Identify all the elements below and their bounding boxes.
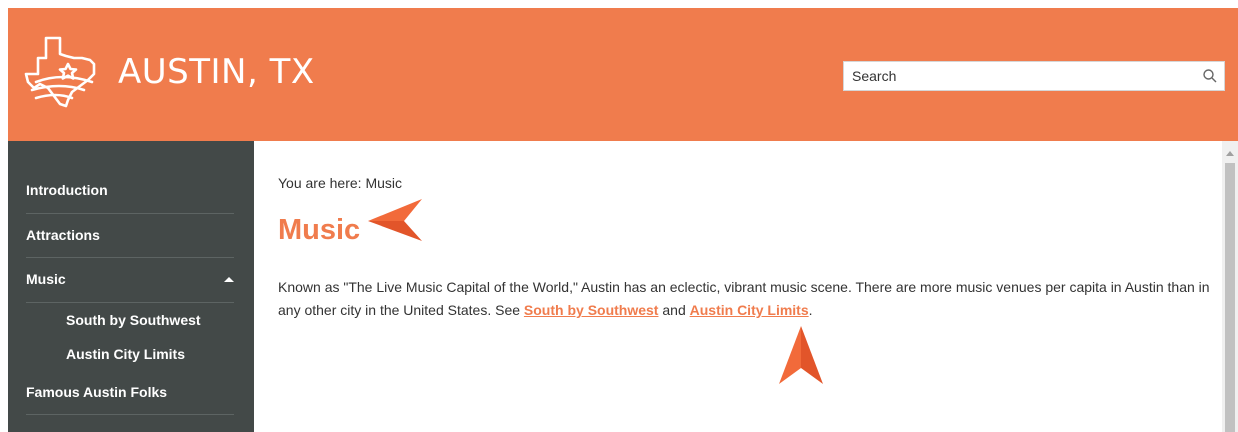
scroll-thumb[interactable]: [1225, 163, 1235, 432]
scroll-up-icon[interactable]: [1226, 151, 1234, 156]
search-box: [843, 61, 1225, 91]
texas-star-logo-icon[interactable]: [22, 34, 102, 110]
sidebar-subitem-south-by-southwest[interactable]: South by Southwest: [66, 312, 201, 328]
paragraph-connector: and: [658, 302, 690, 318]
site-brand-name[interactable]: AUSTIN, TX: [118, 52, 315, 92]
main-content: You are here: Music Music Known as "The …: [254, 141, 1222, 432]
breadcrumb: You are here: Music: [278, 175, 402, 191]
search-icon[interactable]: [1202, 68, 1218, 84]
search-input[interactable]: [844, 62, 1184, 90]
intro-paragraph: Known as "The Live Music Capital of the …: [278, 276, 1218, 322]
caret-up-icon[interactable]: [224, 277, 234, 282]
link-austin-city-limits[interactable]: Austin City Limits: [690, 302, 809, 318]
sidebar-item-famous-austin-folks[interactable]: Famous Austin Folks: [26, 384, 234, 400]
sidebar-item-music[interactable]: Music: [26, 271, 234, 287]
link-south-by-southwest[interactable]: South by Southwest: [524, 302, 659, 318]
sidebar-item-attractions[interactable]: Attractions: [26, 227, 234, 243]
nav-divider: [26, 414, 234, 415]
nav-divider: [26, 302, 234, 303]
arrow-pointer-icon: [368, 199, 422, 241]
paragraph-ending: .: [808, 302, 813, 318]
site-header: AUSTIN, TX: [8, 8, 1238, 141]
arrow-pointer-icon: [779, 326, 823, 384]
sidebar-item-introduction[interactable]: Introduction: [26, 182, 234, 198]
nav-divider: [26, 213, 234, 214]
nav-divider: [26, 257, 234, 258]
page-title: Music: [278, 214, 361, 246]
vertical-scrollbar[interactable]: [1222, 141, 1238, 432]
app-frame: AUSTIN, TX Introduction Attractions Musi…: [8, 8, 1238, 432]
sidebar-subitem-austin-city-limits[interactable]: Austin City Limits: [66, 346, 185, 362]
sidebar-item-label: Music: [26, 271, 66, 287]
sidebar-nav: Introduction Attractions Music South by …: [8, 141, 254, 432]
